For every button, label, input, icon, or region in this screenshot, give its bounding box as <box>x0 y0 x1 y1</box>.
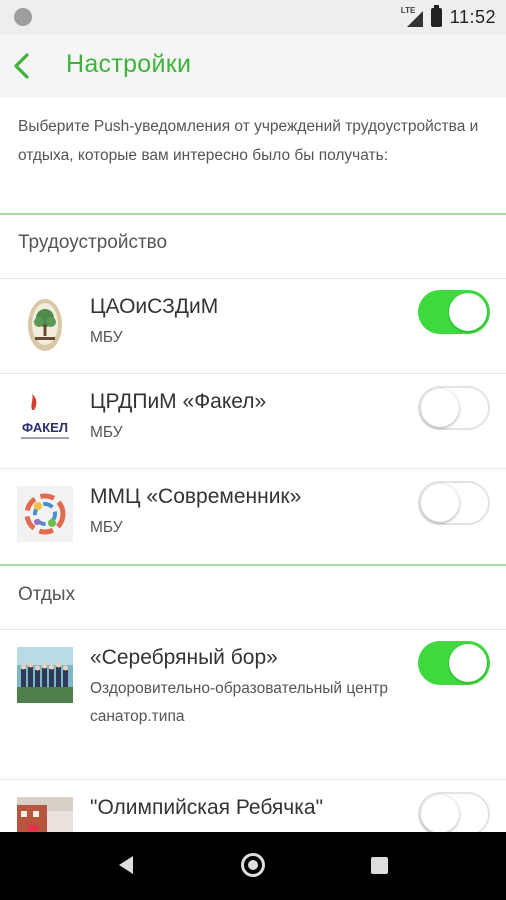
section-title-rest: Отдых <box>18 584 76 605</box>
back-arrow-icon[interactable] <box>10 52 36 80</box>
page-title: Настройки <box>66 50 192 78</box>
toggle-knob <box>421 484 459 522</box>
list-item-institution: «Серебряный бор» Оздоровительно-образова… <box>0 630 506 780</box>
institution-type: МБУ <box>90 424 123 441</box>
fakel-logo-icon: ФАКЕЛ <box>17 392 73 448</box>
list-item-institution: ММЦ «Современник» МБУ <box>0 469 506 564</box>
status-time: 11:52 <box>449 6 496 27</box>
notification-toggle[interactable] <box>418 386 490 430</box>
institution-name: ЦРДПиМ «Факел» <box>90 390 267 413</box>
section-divider <box>0 564 506 566</box>
institution-type: МБУ <box>90 519 123 536</box>
status-icons: LTE 11:52 <box>401 0 496 34</box>
app-bar: Настройки <box>0 34 506 98</box>
toggle-knob <box>449 644 487 682</box>
nav-back-icon[interactable] <box>117 854 135 881</box>
nav-home-icon[interactable] <box>241 853 265 877</box>
toggle-knob <box>449 293 487 331</box>
institution-type: МБУ <box>90 329 123 346</box>
section-title-employment: Трудоустройство <box>18 232 168 253</box>
group-photo-image <box>17 647 73 703</box>
list-item-institution: ЦАОиСЗДиМ МБУ <box>0 279 506 374</box>
status-bar: LTE 11:52 <box>0 0 506 34</box>
lte-signal-icon: LTE <box>401 7 423 27</box>
notification-dot-icon <box>14 8 32 26</box>
institution-name: «Серебряный бор» <box>90 646 278 669</box>
building-photo-image <box>17 797 73 832</box>
sovremennik-logo-icon <box>17 486 73 542</box>
toggle-knob <box>421 795 459 832</box>
toggle-knob <box>421 389 459 427</box>
nav-recent-apps-icon[interactable] <box>371 857 388 874</box>
tree-logo-icon <box>17 297 73 353</box>
intro-text: Выберите Push-уведомления от учреждений … <box>18 118 479 164</box>
institution-name: "Олимпийская Ребячка" <box>90 796 324 819</box>
institution-name: ММЦ «Современник» <box>90 485 302 508</box>
navigation-bar <box>0 832 506 900</box>
notification-toggle[interactable] <box>418 641 490 685</box>
notification-toggle[interactable] <box>418 481 490 525</box>
institution-type: Оздоровительно-образовательный центр сан… <box>90 680 388 725</box>
institution-name: ЦАОиСЗДиМ <box>90 295 219 318</box>
notification-toggle[interactable] <box>418 290 490 334</box>
section-divider <box>0 213 506 215</box>
list-item-institution: ФАКЕЛ ЦРДПиМ «Факел» МБУ <box>0 374 506 469</box>
list-item-institution: "Олимпийская Ребячка" <box>0 780 506 832</box>
notification-toggle[interactable] <box>418 792 490 832</box>
fakel-logo-text: ФАКЕЛ <box>22 420 68 435</box>
battery-icon <box>430 4 442 27</box>
